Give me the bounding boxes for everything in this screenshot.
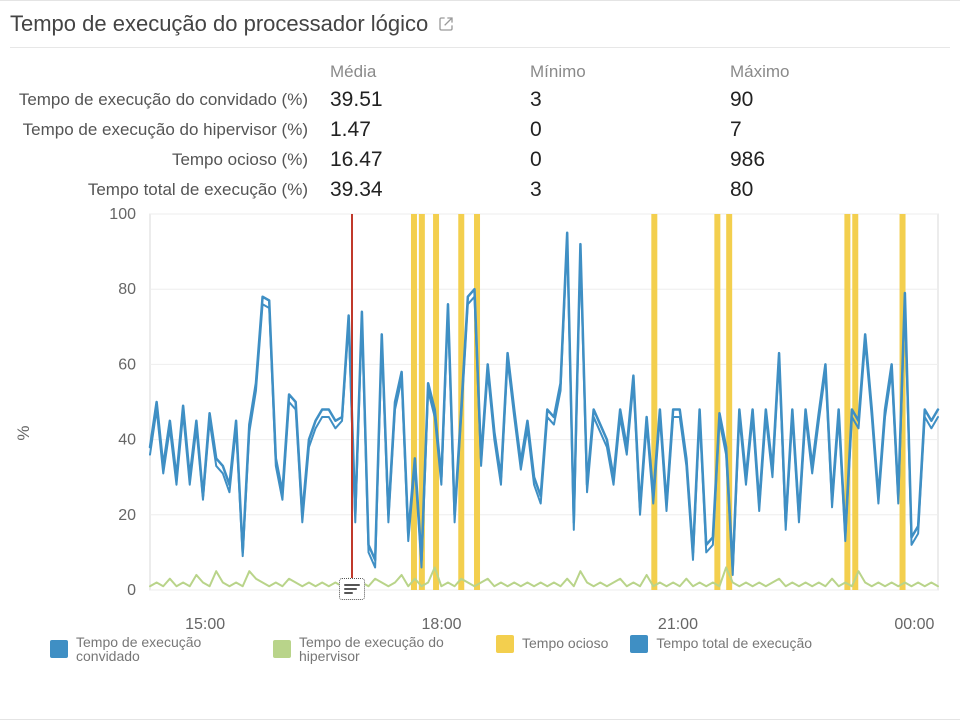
panel-header: Tempo de execução do processador lógico	[10, 7, 950, 48]
x-tick-3: 00:00	[894, 616, 934, 634]
svg-text:60: 60	[118, 356, 136, 373]
svg-text:40: 40	[118, 432, 136, 449]
processor-runtime-panel: Tempo de execução do processador lógico …	[0, 0, 960, 720]
stats-avg-1: 1.47	[330, 118, 530, 142]
stats-row-label-3: Tempo total de execução (%)	[10, 181, 330, 200]
stats-avg-3: 39.34	[330, 178, 530, 202]
stats-row-label-1: Tempo de execução do hipervisor (%)	[10, 121, 330, 140]
external-link-icon[interactable]	[438, 16, 454, 32]
stats-header-0: Média	[330, 62, 530, 82]
legend-item-1[interactable]: Tempo de execução do hipervisor	[273, 635, 474, 664]
x-tick-1: 18:00	[422, 616, 462, 634]
stats-table: MédiaMínimoMáximo Tempo de execução do co…	[10, 48, 950, 208]
y-axis-label: %	[14, 425, 34, 440]
stats-max-0: 90	[730, 88, 930, 112]
x-tick-0: 15:00	[185, 616, 225, 634]
stats-avg-2: 16.47	[330, 148, 530, 172]
legend-item-0[interactable]: Tempo de execução convidado	[50, 635, 251, 664]
stats-max-1: 7	[730, 118, 930, 142]
stats-header-2: Máximo	[730, 62, 930, 82]
stats-max-2: 986	[730, 148, 930, 172]
svg-text:20: 20	[118, 507, 136, 524]
stats-header-1: Mínimo	[530, 62, 730, 82]
stats-avg-0: 39.51	[330, 88, 530, 112]
chart-canvas: 0 20 40 60 80 100	[10, 208, 950, 618]
stats-min-3: 3	[530, 178, 730, 202]
stats-row-label-0: Tempo de execução do convidado (%)	[10, 91, 330, 110]
stats-row-label-2: Tempo ocioso (%)	[10, 151, 330, 170]
chart-legend: Tempo de execução convidado Tempo de exec…	[10, 635, 950, 664]
svg-text:100: 100	[109, 208, 136, 223]
stats-min-2: 0	[530, 148, 730, 172]
event-marker[interactable]	[351, 214, 353, 590]
x-tick-2: 21:00	[658, 616, 698, 634]
note-icon[interactable]	[339, 578, 365, 600]
panel-title: Tempo de execução do processador lógico	[10, 11, 428, 37]
stats-min-1: 0	[530, 118, 730, 142]
timeseries-chart[interactable]: 0 20 40 60 80 100 % 15:00 18:00 21:00 00:00 Temp…	[10, 208, 950, 658]
svg-text:80: 80	[118, 281, 136, 298]
legend-item-3[interactable]: Tempo total de execução	[630, 635, 812, 653]
stats-min-0: 3	[530, 88, 730, 112]
legend-item-2[interactable]: Tempo ocioso	[496, 635, 608, 653]
x-axis-ticks: 15:00 18:00 21:00 00:00	[10, 616, 950, 636]
svg-text:0: 0	[127, 582, 136, 599]
stats-max-3: 80	[730, 178, 930, 202]
